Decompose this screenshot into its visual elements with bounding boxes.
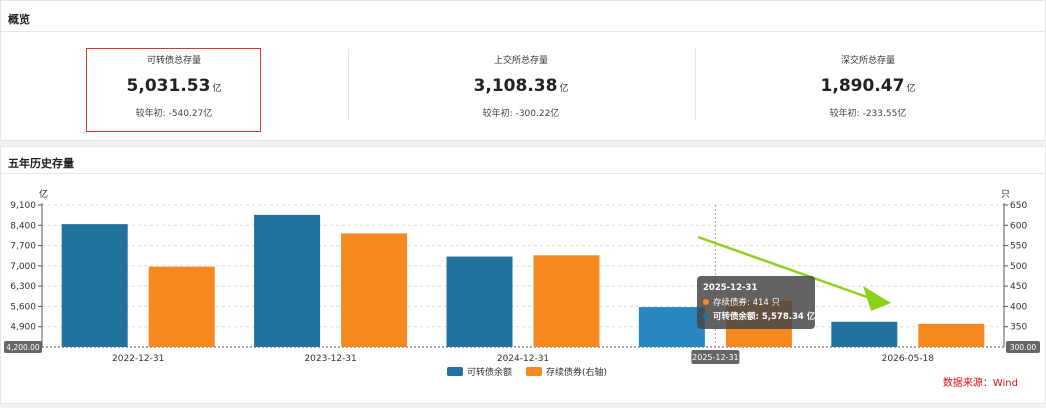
- stat-label: 上交所总存量: [493, 56, 548, 66]
- legend-swatch: [447, 367, 463, 376]
- stat-number: 3,108.38: [473, 76, 558, 96]
- stat-value: 1,890.47 亿: [695, 76, 1041, 96]
- right-axis-unit: 只: [1001, 190, 1010, 200]
- tooltip-dot: [703, 299, 709, 305]
- left-tick-label: 5,600: [10, 302, 36, 312]
- stat-sse: 上交所总存量 3,108.38 亿 较年初: -300.22亿: [348, 47, 694, 132]
- stat-number: 5,031.53: [126, 76, 211, 96]
- left-tick-label: 7,000: [10, 262, 36, 272]
- left-axis-unit: 亿: [39, 188, 48, 200]
- stat-value: 3,108.38 亿: [348, 76, 694, 96]
- stat-value: 5,031.53 亿: [1, 76, 347, 96]
- overview-panel: 概览 可转债总存量 5,031.53 亿 较年初: -540.27亿 上交所总存量…: [0, 0, 1046, 141]
- bar-balance: [638, 307, 705, 347]
- bar-count: [918, 323, 985, 347]
- left-tick-label: 6,300: [10, 282, 36, 292]
- history-panel: 五年历史存量 9,100 8,400 7,700 7,000 6,300 5,600 4,9…: [0, 146, 1046, 404]
- left-tick-label: 4,900: [10, 323, 36, 333]
- tooltip-row: 可转债余额: 5,578.34 亿: [713, 311, 816, 322]
- left-axis-min-label: 4,200.00: [6, 343, 40, 352]
- overview-title: 概览: [8, 13, 30, 26]
- bar-count: [533, 255, 600, 347]
- tooltip-title: 2025-12-31: [703, 283, 757, 293]
- stat-number: 1,890.47: [820, 76, 905, 96]
- x-tick-label: 2024-12-31: [497, 354, 549, 364]
- overview-title-divider: [1, 31, 1045, 32]
- bar-count: [148, 266, 215, 347]
- x-tick-label: 2023-12-31: [304, 354, 356, 364]
- bar-balance: [61, 224, 128, 347]
- right-tick-label: 650: [1010, 201, 1027, 211]
- stat-label: 可转债总存量: [146, 56, 201, 66]
- x-tick-label: 2022-12-31: [112, 354, 164, 364]
- right-tick-label: 600: [1010, 221, 1027, 231]
- bar-balance: [446, 256, 513, 347]
- history-chart: 9,100 8,400 7,700 7,000 6,300 5,600 4,900 650 60…: [4, 188, 1040, 378]
- bar-balance: [831, 321, 898, 347]
- stat-label: 深交所总存量: [840, 56, 895, 66]
- stat-change: 较年初: -233.55亿: [829, 109, 907, 119]
- tooltip-dot: [703, 313, 709, 319]
- stat-change: 较年初: -540.27亿: [135, 109, 213, 119]
- left-tick-label: 8,400: [10, 221, 36, 231]
- right-tick-label: 500: [1010, 262, 1027, 272]
- right-tick-label: 400: [1010, 302, 1027, 312]
- right-tick-label: 350: [1010, 323, 1027, 333]
- trend-arrow-head: [863, 286, 891, 311]
- bar-count: [341, 233, 408, 347]
- legend-label: 可转债余额: [467, 366, 512, 378]
- stat-unit: 亿: [906, 84, 916, 94]
- legend-swatch: [526, 367, 543, 376]
- stat-unit: 亿: [559, 84, 569, 94]
- data-source: 数据来源：Wind: [942, 378, 1018, 389]
- left-tick-label: 9,100: [10, 201, 36, 211]
- right-tick-label: 450: [1010, 282, 1027, 292]
- x-axis-pointer-label: 2025-12-31: [692, 353, 739, 362]
- tooltip-row: 存续债券: 414 只: [713, 297, 780, 308]
- bar-balance: [254, 214, 321, 347]
- stat-unit: 亿: [212, 84, 222, 94]
- right-axis-min-label: 300.00: [1010, 343, 1036, 352]
- legend-label: 存续债券(右轴): [546, 366, 607, 378]
- stat-total-convertible: 可转债总存量 5,031.53 亿 较年初: -540.27亿: [1, 47, 347, 132]
- left-tick-label: 7,700: [10, 242, 36, 252]
- stat-change: 较年初: -300.22亿: [482, 109, 560, 119]
- right-tick-label: 550: [1010, 242, 1027, 252]
- x-tick-label: 2026-05-18: [882, 354, 935, 364]
- stat-szse: 深交所总存量 1,890.47 亿 较年初: -233.55亿: [695, 47, 1041, 132]
